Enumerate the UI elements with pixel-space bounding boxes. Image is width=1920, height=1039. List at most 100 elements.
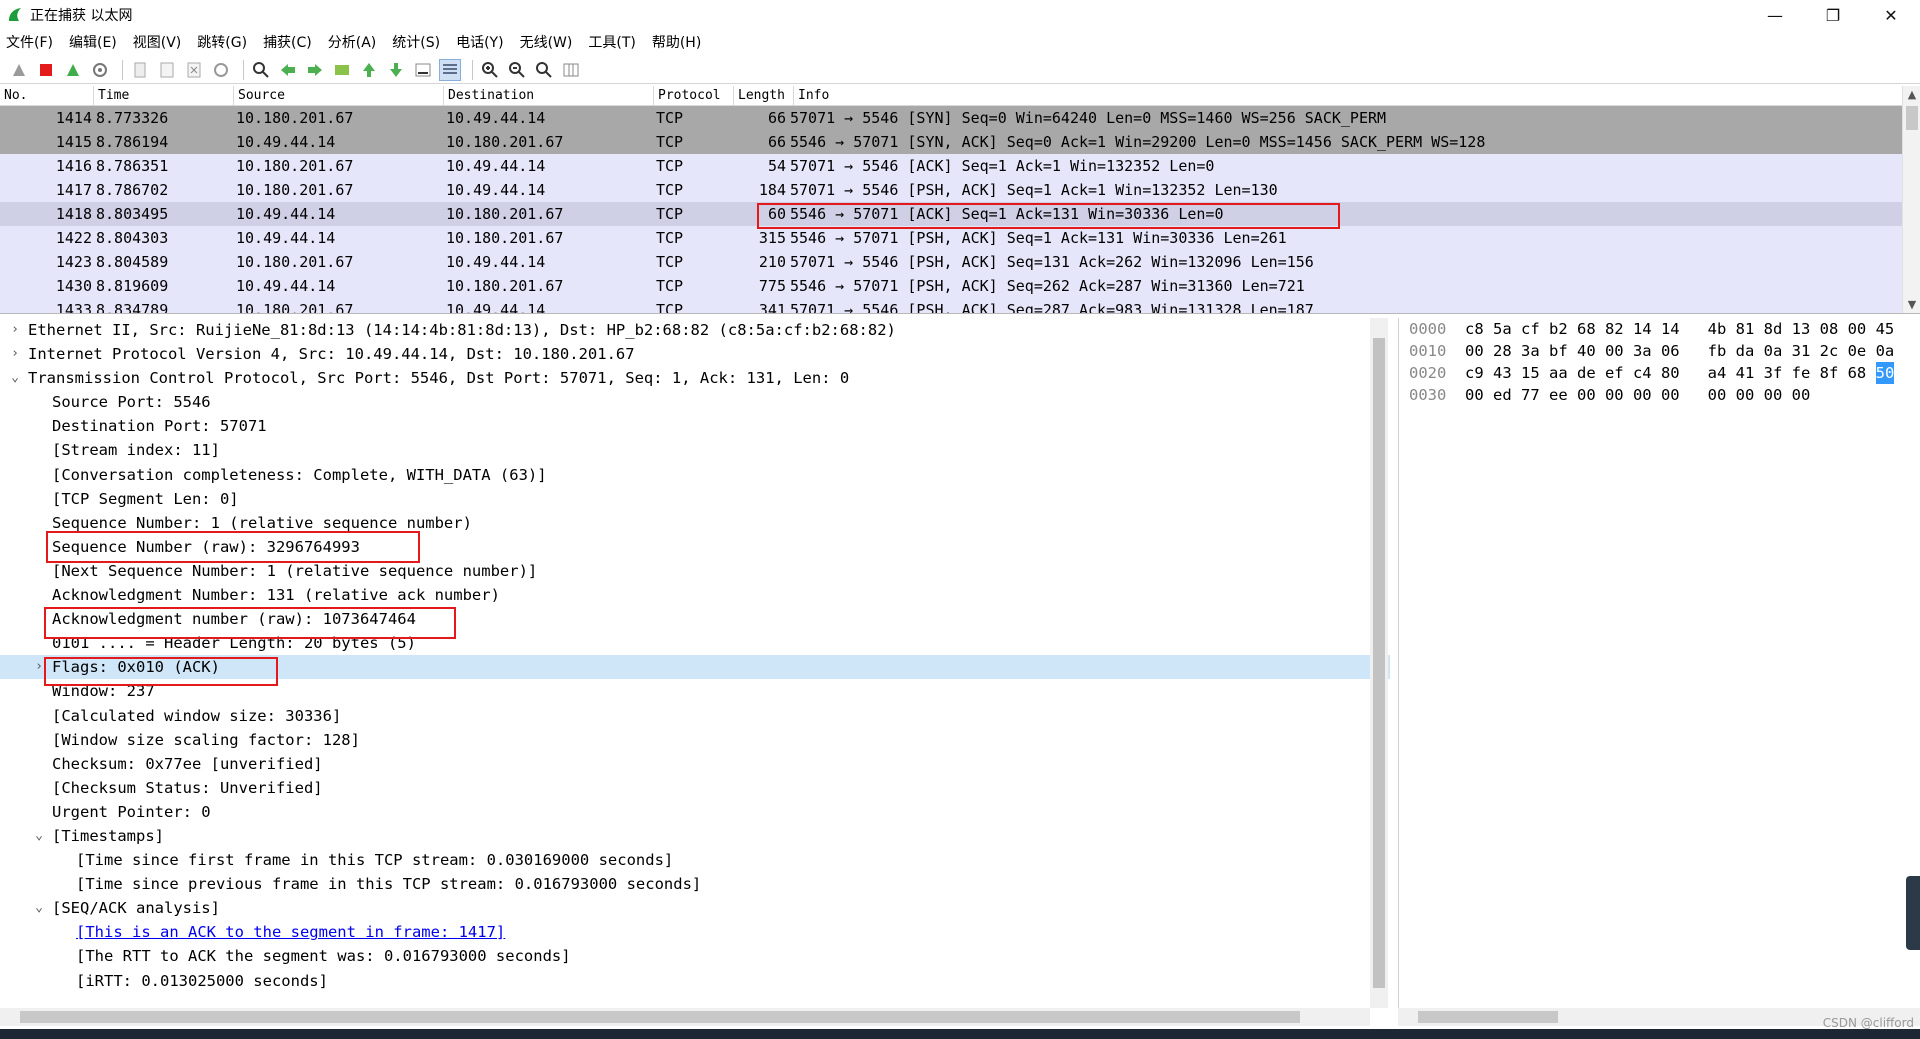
restart-capture-icon[interactable] (62, 59, 84, 81)
scroll-up-icon[interactable]: ▲ (1903, 86, 1920, 104)
detail-line[interactable]: › Flags: 0x010 (ACK) (0, 655, 1390, 680)
detail-line[interactable]: Urgent Pointer: 0 (0, 800, 1390, 824)
detail-line[interactable]: [Window size scaling factor: 128] (0, 728, 1390, 752)
packet-row[interactable]: 1418 8.803495 10.49.44.14 10.180.201.67 TCP 6… (0, 202, 1920, 226)
capture-options-icon[interactable] (89, 59, 111, 81)
resize-columns-icon[interactable] (560, 59, 582, 81)
menu-capture[interactable]: 捕获(C) (263, 32, 312, 52)
column-header-destination[interactable]: Destination (444, 86, 654, 105)
go-first-icon[interactable] (358, 59, 380, 81)
detail-line[interactable]: › Internet Protocol Version 4, Src: 10.49… (0, 342, 1390, 366)
menu-view[interactable]: 视图(V) (133, 32, 182, 52)
start-capture-icon[interactable] (8, 59, 30, 81)
zoom-normal-icon[interactable] (533, 59, 555, 81)
menu-statistics[interactable]: 统计(S) (392, 32, 440, 52)
detail-line[interactable]: [Time since first frame in this TCP stre… (0, 848, 1390, 872)
column-header-length[interactable]: Length (734, 86, 794, 105)
hex-bytes[interactable]: 00 28 3a bf 40 00 3a 06 fb da 0a 31 2c 0… (1457, 340, 1894, 362)
packet-row[interactable]: 1422 8.804303 10.49.44.14 10.180.201.67 TCP 3… (0, 226, 1920, 250)
save-file-icon[interactable] (156, 59, 178, 81)
packet-list-scrollbar[interactable]: ▲ ▼ (1902, 86, 1920, 313)
zoom-out-icon[interactable] (506, 59, 528, 81)
menu-file[interactable]: 文件(F) (6, 32, 53, 52)
detail-line[interactable]: [This is an ACK to the segment in frame:… (0, 920, 1390, 944)
menu-wireless[interactable]: 无线(W) (520, 32, 573, 52)
menu-go[interactable]: 跳转(G) (197, 32, 247, 52)
expand-arrow-icon[interactable]: › (32, 655, 46, 679)
detail-line[interactable]: Source Port: 5546 (0, 390, 1390, 414)
detail-line[interactable]: [Stream index: 11] (0, 438, 1390, 462)
detail-line[interactable]: [TCP Segment Len: 0] (0, 487, 1390, 511)
minimize-button[interactable]: — (1746, 0, 1804, 30)
column-header-info[interactable]: Info (794, 86, 1920, 105)
detail-line[interactable]: 0101 .... = Header Length: 20 bytes (5) (0, 631, 1390, 655)
hex-bytes[interactable]: c9 43 15 aa de ef c4 80 a4 41 3f fe 8f 6… (1457, 362, 1876, 384)
detail-line[interactable]: [Conversation completeness: Complete, WI… (0, 463, 1390, 487)
maximize-button[interactable]: ❐ (1804, 0, 1862, 30)
collapse-arrow-icon[interactable]: ⌄ (32, 896, 46, 920)
go-last-icon[interactable] (385, 59, 407, 81)
expand-arrow-icon[interactable]: › (8, 342, 22, 366)
detail-line[interactable]: Sequence Number: 1 (relative sequence nu… (0, 511, 1390, 535)
menu-help[interactable]: 帮助(H) (652, 32, 701, 52)
column-header-time[interactable]: Time (94, 86, 234, 105)
detail-line[interactable]: ⌄ [Timestamps] (0, 824, 1390, 848)
packet-row[interactable]: 1423 8.804589 10.180.201.67 10.49.44.14 TCP 2… (0, 250, 1920, 274)
detail-line[interactable]: Sequence Number (raw): 3296764993 (0, 535, 1390, 559)
detail-line[interactable]: ⌄ Transmission Control Protocol, Src Port… (0, 366, 1390, 390)
detail-line[interactable]: [Calculated window size: 30336] (0, 704, 1390, 728)
hex-bytes[interactable]: c8 5a cf b2 68 82 14 14 4b 81 8d 13 08 0… (1457, 318, 1894, 340)
scrollbar-thumb[interactable] (20, 1011, 1300, 1023)
go-to-packet-icon[interactable] (331, 59, 353, 81)
open-file-icon[interactable] (129, 59, 151, 81)
detail-line[interactable]: Acknowledgment Number: 131 (relative ack… (0, 583, 1390, 607)
scrollbar-thumb[interactable] (1373, 338, 1385, 988)
close-button[interactable]: ✕ (1862, 0, 1920, 30)
hex-byte-selected[interactable]: 50 (1875, 362, 1895, 384)
scrollbar-thumb[interactable] (1906, 106, 1918, 130)
packet-row[interactable]: 1433 8.834789 10.180.201.67 10.49.44.14 TCP 3… (0, 298, 1920, 313)
collapse-arrow-icon[interactable]: ⌄ (32, 824, 46, 848)
autoscroll-icon[interactable] (412, 59, 434, 81)
detail-line[interactable]: [The RTT to ACK the segment was: 0.01679… (0, 944, 1390, 968)
detail-line[interactable]: Acknowledgment number (raw): 1073647464 (0, 607, 1390, 631)
detail-line[interactable]: › Ethernet II, Src: RuijieNe_81:8d:13 (14… (0, 318, 1390, 342)
close-file-icon[interactable] (183, 59, 205, 81)
packet-row[interactable]: 1416 8.786351 10.180.201.67 10.49.44.14 TCP 5… (0, 154, 1920, 178)
detail-line[interactable]: [iRTT: 0.013025000 seconds] (0, 969, 1390, 993)
packet-row[interactable]: 1414 8.773326 10.180.201.67 10.49.44.14 TCP 6… (0, 106, 1920, 130)
detail-line[interactable]: ⌄ [SEQ/ACK analysis] (0, 896, 1390, 920)
stop-capture-icon[interactable] (35, 59, 57, 81)
detail-line[interactable]: Destination Port: 57071 (0, 414, 1390, 438)
scrollbar-thumb[interactable] (1418, 1011, 1558, 1023)
hex-bytes[interactable]: 00 ed 77 ee 00 00 00 00 00 00 00 00 (1457, 384, 1810, 406)
details-horizontal-scrollbar[interactable] (0, 1008, 1370, 1026)
detail-line[interactable]: Window: 237 (0, 679, 1390, 703)
zoom-in-icon[interactable] (479, 59, 501, 81)
details-scrollbar[interactable] (1370, 318, 1388, 1008)
find-packet-icon[interactable] (250, 59, 272, 81)
detail-line[interactable]: Checksum: 0x77ee [unverified] (0, 752, 1390, 776)
detail-line[interactable]: [Time since previous frame in this TCP s… (0, 872, 1390, 896)
column-header-no[interactable]: No. (0, 86, 94, 105)
go-back-icon[interactable] (277, 59, 299, 81)
packet-row[interactable]: 1417 8.786702 10.180.201.67 10.49.44.14 TCP 1… (0, 178, 1920, 202)
packet-row[interactable]: 1430 8.819609 10.49.44.14 10.180.201.67 TCP 7… (0, 274, 1920, 298)
expand-arrow-icon[interactable]: › (8, 318, 22, 342)
detail-link[interactable]: [This is an ACK to the segment in frame:… (76, 920, 505, 944)
menu-telephony[interactable]: 电话(Y) (456, 32, 503, 52)
scroll-down-icon[interactable]: ▼ (1903, 296, 1920, 313)
colorize-icon[interactable] (439, 58, 461, 81)
go-forward-icon[interactable] (304, 59, 326, 81)
packet-row[interactable]: 1415 8.786194 10.49.44.14 10.180.201.67 TCP 6… (0, 130, 1920, 154)
detail-line[interactable]: [Checksum Status: Unverified] (0, 776, 1390, 800)
detail-line[interactable]: [Next Sequence Number: 1 (relative seque… (0, 559, 1390, 583)
menu-analyze[interactable]: 分析(A) (328, 32, 377, 52)
menu-tools[interactable]: 工具(T) (588, 32, 635, 52)
menu-edit[interactable]: 编辑(E) (69, 32, 117, 52)
collapse-arrow-icon[interactable]: ⌄ (8, 366, 22, 390)
column-header-source[interactable]: Source (234, 86, 444, 105)
side-widget[interactable] (1906, 876, 1920, 950)
column-header-protocol[interactable]: Protocol (654, 86, 734, 105)
reload-file-icon[interactable] (210, 59, 232, 81)
